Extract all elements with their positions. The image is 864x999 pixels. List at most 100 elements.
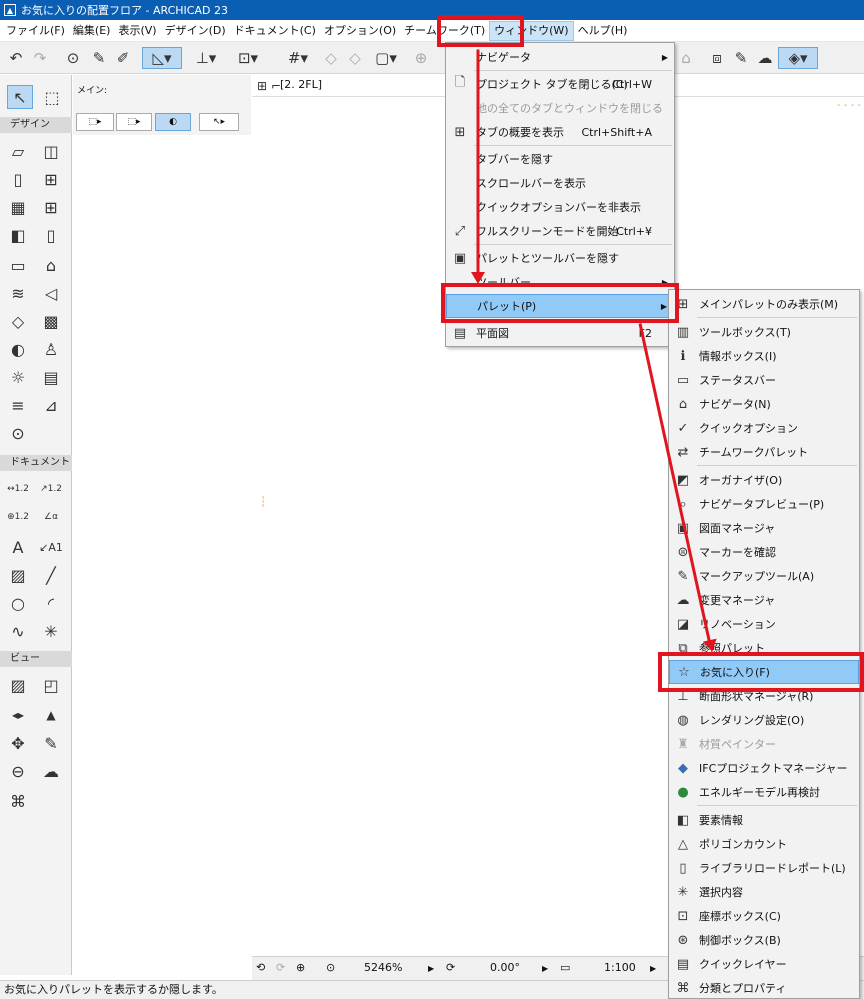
menu-item-hide-palettes[interactable]: ▣ パレットとツールバーを隠す (446, 246, 674, 270)
lock-icon[interactable]: ⊕ (410, 47, 432, 69)
menu-file[interactable]: ファイル(F) (2, 21, 69, 41)
pal-item-renovation[interactable]: ◪ リノベーション (669, 612, 859, 636)
pal-item-element-info[interactable]: ◧ 要素情報 (669, 808, 859, 832)
polyline-tool-icon[interactable]: ◜ (38, 591, 64, 615)
menu-item-close-tab[interactable]: 🗋 プロジェクト タブを閉じる(C) Ctrl+W (446, 72, 674, 96)
scale-value[interactable]: 1:100 (604, 961, 636, 974)
section-tool-icon[interactable]: ◂▸ (5, 703, 31, 727)
angle-dimension-icon[interactable]: ∠ α (38, 505, 64, 529)
column-tool-icon[interactable]: ▯ (38, 223, 64, 247)
pal-item-coordinates[interactable]: ⊡ 座標ボックス(C) (669, 904, 859, 928)
guide-line-icon[interactable]: ◺▾ (142, 47, 182, 69)
relative-construction-icon[interactable]: ◇ (344, 47, 366, 69)
menu-item-close-all-others[interactable]: 他の全てのタブとウィンドウを閉じる (446, 96, 674, 120)
menu-item-navigator[interactable]: ナビゲータ ▶ (446, 45, 674, 69)
rotate-view-icon[interactable]: ⟳ (446, 961, 455, 974)
zoom-forward-icon[interactable]: ⟳ (276, 961, 285, 974)
camera-tool-icon[interactable]: ⌘ (5, 789, 31, 813)
pal-item-drawing-manager[interactable]: ▣図面マネージャ (669, 516, 859, 540)
menu-item-hide-tab-bar[interactable]: タブバーを隠す (446, 147, 674, 171)
pal-item-main-palette[interactable]: ⊞ メインパレットのみ表示(M) (669, 292, 859, 316)
menu-item-fullscreen[interactable]: ⤢ フルスクリーンモードを開始 Ctrl+¥ (446, 219, 674, 243)
door-tool-icon[interactable]: ▯ (5, 167, 31, 191)
pal-item-library-report[interactable]: ▯ ライブラリロードレポート(L) (669, 856, 859, 880)
zoom-arrow-icon[interactable]: ▶ (428, 964, 434, 973)
pal-item-teamwork[interactable]: ⇄ チームワークパレット (669, 440, 859, 464)
rotation-angle[interactable]: 0.00° (490, 961, 520, 974)
shell-tool-icon[interactable]: ◁ (38, 281, 64, 305)
pick-up-icon[interactable]: ⊙ (62, 47, 84, 69)
window-tool-icon[interactable]: ⊞ (38, 167, 64, 191)
pal-item-infobox[interactable]: ℹ 情報ボックス(I) (669, 344, 859, 368)
dimension-tool-icon[interactable]: ↔ 1.2 (5, 477, 31, 501)
hotspot-tool-icon[interactable]: ✳ (38, 619, 64, 643)
pal-item-quick-options[interactable]: ✓ クイックオプション (669, 416, 859, 440)
level-dimension-icon[interactable]: ↗ 1.2 (38, 477, 64, 501)
zoom-in-icon[interactable]: ⊕ (296, 961, 305, 974)
syringe-icon[interactable]: ✐ (112, 47, 134, 69)
magic-wand-button[interactable]: ◐ (155, 113, 191, 131)
chair-object-icon[interactable]: ♙ (38, 337, 64, 361)
pal-item-statusbar[interactable]: ▭ ステータスバー (669, 368, 859, 392)
scale-arrow-icon[interactable]: ▶ (650, 964, 656, 973)
change-tool-icon[interactable]: ☁ (38, 759, 64, 783)
worksheet-tool-icon[interactable]: ✎ (38, 731, 64, 755)
selection-method-button[interactable]: ⬚▸ (76, 113, 114, 131)
pal-item-classification[interactable]: ⌘ 分類とプロパティ (669, 976, 859, 999)
menu-item-tab-overview[interactable]: ⊞ タブの概要を表示 Ctrl+Shift+A (446, 120, 674, 144)
detail-tool-icon[interactable]: ⊖ (5, 759, 31, 783)
pal-item-material-painter[interactable]: ♜ 材質ペインター (669, 732, 859, 756)
pal-item-ifc-manager[interactable]: ◆ IFCプロジェクトマネージャー (669, 756, 859, 780)
marquee-method-button[interactable]: ⬚▸ (116, 113, 152, 131)
slab-tool-icon[interactable]: ≋ (5, 281, 31, 305)
grid-element-icon[interactable]: ⊙ (5, 421, 31, 445)
layer-frame-icon[interactable]: ▢▾ (368, 47, 404, 69)
pal-item-quick-layers[interactable]: ▤ クイックレイヤー (669, 952, 859, 976)
arrow-settings-button[interactable]: ↖▸ (199, 113, 239, 131)
undo-icon[interactable]: ↶ (6, 47, 26, 69)
pal-item-control-box[interactable]: ⊛ 制御ボックス(B) (669, 928, 859, 952)
pal-item-selections[interactable]: ✳ 選択内容 (669, 880, 859, 904)
grid-snap-icon[interactable]: #▾ (280, 47, 316, 69)
selection-box-icon[interactable]: ⧈ (706, 47, 728, 69)
pal-item-organizer[interactable]: ◩ オーガナイザ(O) (669, 468, 859, 492)
elevation-tool-icon[interactable]: ▲ (38, 703, 64, 727)
lamp-tool-icon[interactable]: ☼ (5, 365, 31, 389)
line-tool-icon[interactable]: ╱ (38, 563, 64, 587)
mesh-tool-icon[interactable]: ◇ (5, 309, 31, 333)
snap-points-icon[interactable]: ⊡▾ (230, 47, 266, 69)
pal-item-check-markers[interactable]: ⊜ マーカーを確認 (669, 540, 859, 564)
pal-item-polygon-count[interactable]: △ ポリゴンカウント (669, 832, 859, 856)
snap-guide-icon[interactable]: ⊥▾ (188, 47, 224, 69)
railing-tool-icon[interactable]: ≡ (5, 393, 31, 417)
tab-floor-plan[interactable]: [2. 2FL] (280, 78, 322, 91)
menu-item-hide-quick-options[interactable]: クイックオプションバーを非表示 (446, 195, 674, 219)
tab-overview-icon[interactable]: ⊞ ⌐ (257, 79, 281, 93)
curtain-wall-grid-icon[interactable]: ▦ (5, 195, 31, 219)
morph-tool-icon[interactable]: ▩ (38, 309, 64, 333)
home-icon[interactable]: ⌂ (676, 47, 696, 69)
menu-options[interactable]: オプション(O) (320, 21, 400, 41)
radial-dimension-icon[interactable]: ⊕ 1.2 (5, 505, 31, 529)
scale-icon[interactable]: ▭ (560, 961, 570, 974)
interior-elevation-icon[interactable]: ✥ (5, 731, 31, 755)
menu-document[interactable]: ドキュメント(C) (230, 21, 320, 41)
roof-tool-icon[interactable]: ⌂ (38, 253, 64, 277)
zoom-value[interactable]: 5246% (364, 961, 402, 974)
figure-tool-icon[interactable]: ▨ (5, 673, 31, 697)
skylight-tool-icon[interactable]: ⊿ (38, 393, 64, 417)
object-tool-icon[interactable]: ◧ (5, 223, 31, 247)
angle-arrow-icon[interactable]: ▶ (542, 964, 548, 973)
fit-in-window-icon[interactable]: ⊙ (326, 961, 335, 974)
zone-tool-icon[interactable]: ◐ (5, 337, 31, 361)
cursor-snap-icon[interactable]: ◇ (320, 47, 342, 69)
pal-item-rendering[interactable]: ◍ レンダリング設定(O) (669, 708, 859, 732)
label-tool-icon[interactable]: ↙ A1 (38, 535, 64, 559)
fill-tool-icon[interactable]: ▨ (5, 563, 31, 587)
cloud-icon[interactable]: ☁ (754, 47, 776, 69)
menu-design[interactable]: デザイン(D) (161, 21, 230, 41)
markup-icon[interactable]: ✎ (730, 47, 752, 69)
marquee-tool-icon[interactable]: ⬚ (39, 85, 65, 109)
column-grid-icon[interactable]: ⊞ (38, 195, 64, 219)
spline-tool-icon[interactable]: ∿ (5, 619, 31, 643)
